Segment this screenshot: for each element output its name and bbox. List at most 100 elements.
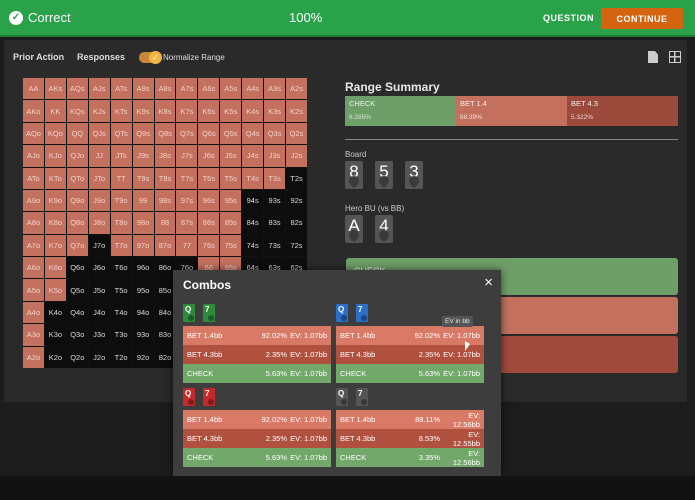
range-cell[interactable]: KJs [88,100,110,122]
range-cell[interactable]: AKs [44,78,66,100]
range-cell[interactable]: AA [23,78,44,100]
range-cell[interactable]: A3o [23,324,44,346]
range-cell[interactable]: 86s [198,212,220,234]
range-cell[interactable]: 94s [242,189,264,212]
range-cell[interactable]: K9s [132,100,154,122]
close-icon[interactable]: × [484,274,493,291]
range-cell[interactable]: AJs [88,78,110,100]
range-cell[interactable]: J8o [88,212,110,234]
range-cell[interactable]: Q2o [66,346,88,368]
range-cell[interactable]: 99 [132,189,154,212]
range-cell[interactable]: Q8s [154,122,176,145]
range-cell[interactable]: 96s [198,189,220,212]
range-cell[interactable]: QJo [66,145,88,167]
range-cell[interactable]: AKo [23,100,44,122]
range-cell[interactable]: Q3o [66,324,88,346]
range-cell[interactable]: J2s [286,145,307,167]
range-cell[interactable]: JTo [88,167,110,189]
range-cell[interactable]: KTs [110,100,132,122]
range-cell[interactable]: QTs [110,122,132,145]
range-cell[interactable]: T5o [110,279,132,301]
range-cell[interactable]: J8s [154,145,176,167]
range-cell[interactable]: KQs [66,100,88,122]
range-cell[interactable]: T8o [110,212,132,234]
range-cell[interactable]: Q2s [286,122,307,145]
range-cell[interactable]: 97s [176,189,198,212]
range-cell[interactable]: J5s [220,145,242,167]
range-cell[interactable]: K6o [44,257,66,279]
range-cell[interactable]: A8s [154,78,176,100]
range-cell[interactable]: T4o [110,301,132,324]
range-cell[interactable]: J4s [242,145,264,167]
range-cell[interactable]: J7s [176,145,198,167]
range-cell[interactable]: J5o [88,279,110,301]
range-cell[interactable]: T2s [286,167,307,189]
range-cell[interactable]: J9s [132,145,154,167]
range-cell[interactable]: 95s [220,189,242,212]
range-cell[interactable]: J9o [88,189,110,212]
range-cell[interactable]: T9s [132,167,154,189]
range-cell[interactable]: 98o [132,212,154,234]
range-cell[interactable]: 83s [264,212,286,234]
range-cell[interactable]: T2o [110,346,132,368]
range-cell[interactable]: AJo [23,145,44,167]
range-cell[interactable]: Q9o [66,189,88,212]
range-cell[interactable]: J3s [264,145,286,167]
range-cell[interactable]: K2o [44,346,66,368]
range-cell[interactable]: A9s [132,78,154,100]
range-cell[interactable]: AQo [23,122,44,145]
range-cell[interactable]: QTo [66,167,88,189]
range-cell[interactable]: Q6s [198,122,220,145]
range-cell[interactable]: Q7o [66,234,88,257]
range-cell[interactable]: ATs [110,78,132,100]
range-cell[interactable]: A7s [176,78,198,100]
range-cell[interactable]: A8o [23,212,44,234]
range-cell[interactable]: 85s [220,212,242,234]
range-cell[interactable]: 82s [286,212,307,234]
range-cell[interactable]: KK [44,100,66,122]
range-cell[interactable]: 93s [264,189,286,212]
range-cell[interactable]: T3o [110,324,132,346]
range-cell[interactable]: JTs [110,145,132,167]
range-cell[interactable]: 96o [132,257,154,279]
range-cell[interactable]: Q4s [242,122,264,145]
range-cell[interactable]: A3s [264,78,286,100]
range-cell[interactable]: QQ [66,122,88,145]
range-cell[interactable]: K3o [44,324,66,346]
range-cell[interactable]: Q8o [66,212,88,234]
range-cell[interactable]: A4o [23,301,44,324]
range-cell[interactable]: 87s [176,212,198,234]
normalize-toggle[interactable]: ✓ [139,51,162,64]
range-cell[interactable]: K8o [44,212,66,234]
range-cell[interactable]: 74s [242,234,264,257]
range-cell[interactable]: J6s [198,145,220,167]
range-cell[interactable]: Q7s [176,122,198,145]
range-cell[interactable]: A9o [23,189,44,212]
range-cell[interactable]: T4s [242,167,264,189]
range-cell[interactable]: K4s [242,100,264,122]
range-cell[interactable]: 92o [132,346,154,368]
range-cell[interactable]: T8s [154,167,176,189]
range-cell[interactable]: 73s [264,234,286,257]
range-cell[interactable]: Q3s [264,122,286,145]
range-cell[interactable]: T9o [110,189,132,212]
range-cell[interactable]: 93o [132,324,154,346]
range-cell[interactable]: Q9s [132,122,154,145]
range-cell[interactable]: J6o [88,257,110,279]
range-cell[interactable]: 92s [286,189,307,212]
range-cell[interactable]: J7o [88,234,110,257]
range-cell[interactable]: 95o [132,279,154,301]
range-cell[interactable]: K4o [44,301,66,324]
range-cell[interactable]: T7o [110,234,132,257]
range-cell[interactable]: K2s [286,100,307,122]
range-cell[interactable]: 75s [220,234,242,257]
range-cell[interactable]: T6o [110,257,132,279]
grid-icon[interactable] [669,51,681,63]
range-cell[interactable]: T3s [264,167,286,189]
range-cell[interactable]: 94o [132,301,154,324]
range-cell[interactable]: K7s [176,100,198,122]
range-cell[interactable]: T5s [220,167,242,189]
range-cell[interactable]: ATo [23,167,44,189]
range-cell[interactable]: 76s [198,234,220,257]
range-cell[interactable]: K6s [198,100,220,122]
